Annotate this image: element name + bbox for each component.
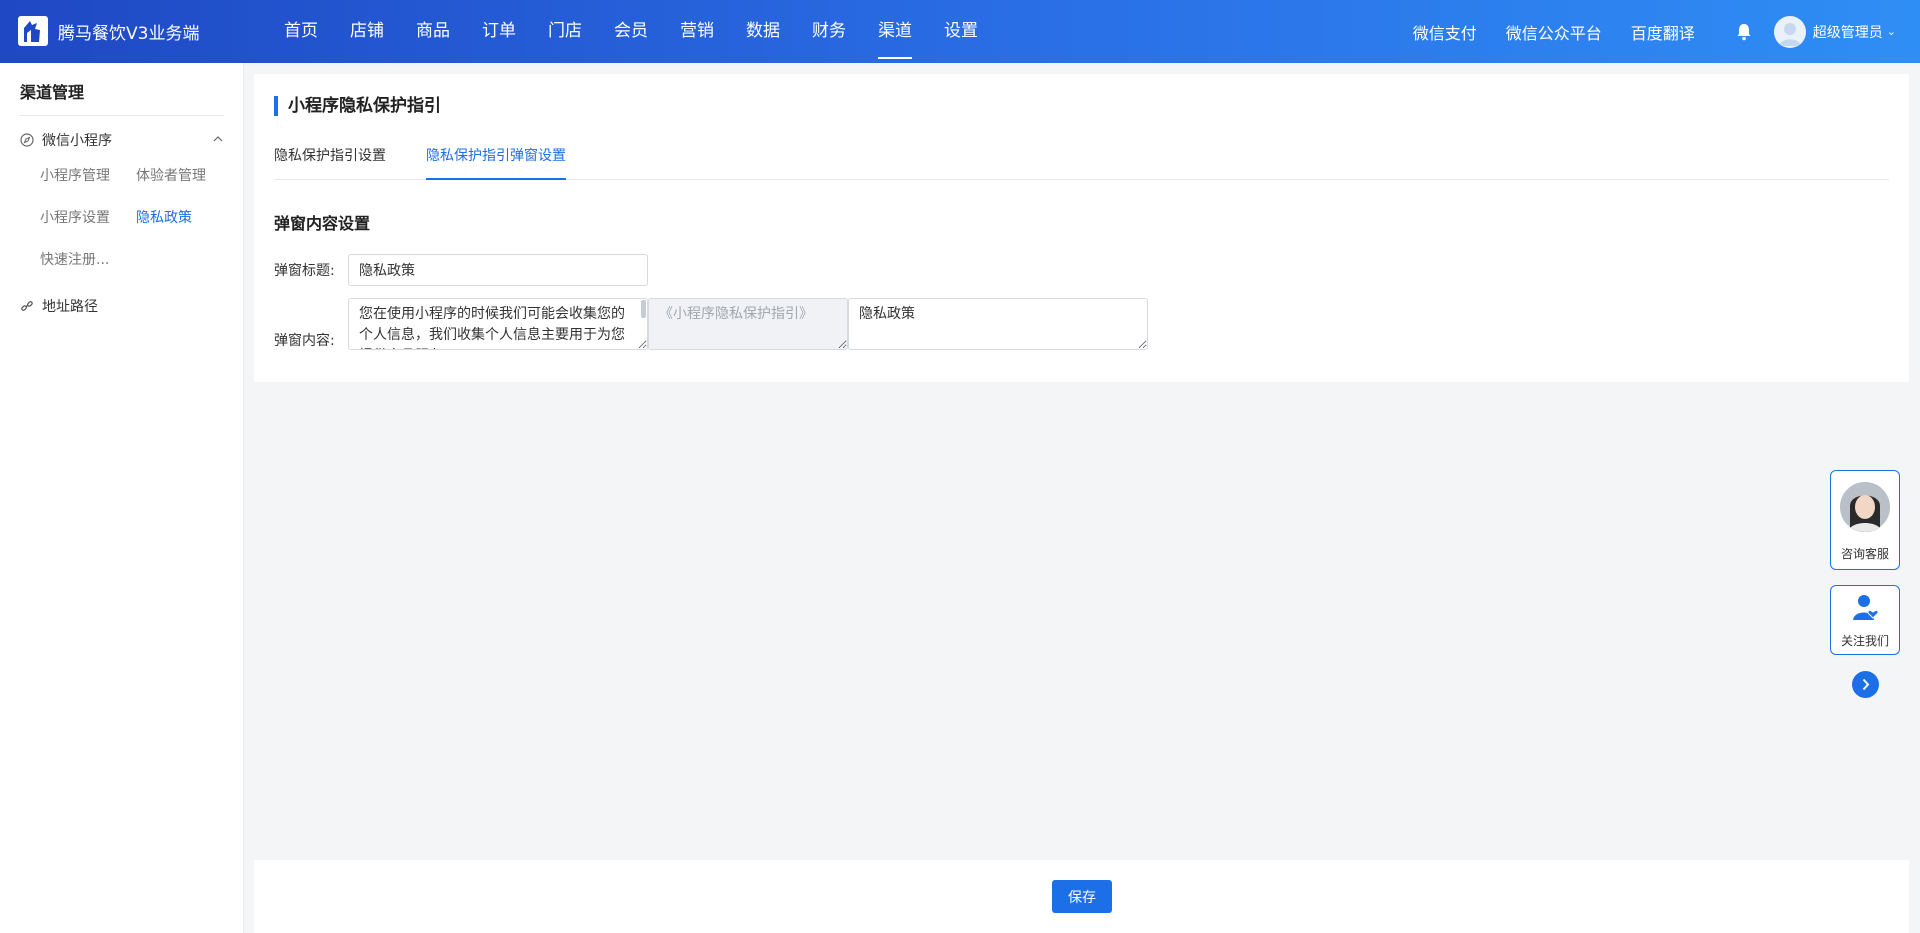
brand-logo-icon (18, 16, 48, 46)
tab-privacy-guide-popup-settings[interactable]: 隐私保护指引弹窗设置 (426, 146, 566, 180)
brand[interactable]: 腾马餐饮V3业务端 (18, 16, 199, 46)
link-wechat-official-platform[interactable]: 微信公众平台 (1506, 20, 1602, 44)
nav-marketing[interactable]: 营销 (680, 0, 714, 63)
nav-data[interactable]: 数据 (746, 0, 780, 63)
sidebar-item-tester-manage[interactable]: 体验者管理 (136, 165, 206, 185)
sidebar-group-mini-program[interactable]: 微信小程序 (20, 125, 224, 155)
nav-channels[interactable]: 渠道 (878, 0, 912, 63)
save-button[interactable]: 保存 (1052, 880, 1112, 913)
user-menu[interactable]: 超级管理员 ⌄ (1773, 15, 1896, 48)
page-title: 小程序隐私保护指引 (274, 96, 441, 116)
popup-title-label: 弹窗标题: (274, 263, 335, 279)
popup-content-textarea[interactable]: 您在使用小程序的时候我们可能会收集您的个人信息，我们收集个人信息主要用于为您提供… (348, 298, 648, 350)
user-name: 超级管理员 (1812, 24, 1883, 41)
sidebar: 渠道管理 微信小程序 小程序管理 体验者管理 小程序设置 隐私政策 快速注册..… (0, 63, 244, 933)
nav-shop[interactable]: 店铺 (350, 0, 384, 63)
compass-icon (20, 133, 34, 147)
nav-settings[interactable]: 设置 (944, 0, 978, 63)
sidebar-item-mini-program-settings[interactable]: 小程序设置 (40, 207, 110, 227)
chevron-right-icon (1862, 678, 1870, 691)
bottom-action-bar: 保存 (254, 860, 1909, 933)
main-nav: 首页 店铺 商品 订单 门店 会员 营销 数据 财务 渠道 设置 (284, 0, 1010, 63)
link-baidu-translate[interactable]: 百度翻译 (1631, 20, 1695, 44)
sidebar-divider (20, 115, 224, 116)
follow-us-label: 关注我们 (1840, 634, 1889, 648)
customer-service-avatar (1840, 482, 1890, 532)
section-title: 弹窗内容设置 (274, 214, 371, 233)
nav-orders[interactable]: 订单 (482, 0, 516, 63)
sidebar-item-quick-register[interactable]: 快速注册... (40, 249, 109, 269)
popup-title-input[interactable] (348, 254, 648, 286)
nav-members[interactable]: 会员 (614, 0, 648, 63)
popup-content-suffix-textarea[interactable]: 隐私政策 (848, 298, 1148, 350)
sidebar-group-label: 微信小程序 (42, 133, 112, 149)
nav-finance[interactable]: 财务 (812, 0, 846, 63)
nav-stores[interactable]: 门店 (548, 0, 582, 63)
customer-service-button[interactable]: 咨询客服 (1830, 470, 1900, 570)
privacy-guide-link-textarea: 《小程序隐私保护指引》 (648, 298, 848, 350)
sidebar-item-privacy-policy[interactable]: 隐私政策 (136, 207, 192, 227)
textarea-scrollbar[interactable] (641, 300, 646, 318)
top-bar: 腾马餐饮V3业务端 首页 店铺 商品 订单 门店 会员 营销 数据 财务 渠道 … (0, 0, 1920, 63)
chevron-down-icon: ⌄ (1886, 25, 1896, 38)
bell-icon[interactable] (1734, 22, 1754, 42)
link-icon (21, 301, 33, 311)
collapse-float-button[interactable] (1852, 671, 1879, 698)
sidebar-item-label: 地址路径 (42, 299, 98, 315)
app-title: 腾马餐饮V3业务端 (58, 23, 200, 44)
avatar (1773, 15, 1806, 48)
tab-privacy-guide-settings[interactable]: 隐私保护指引设置 (274, 146, 386, 180)
customer-service-label: 咨询客服 (1840, 547, 1889, 561)
sidebar-title: 渠道管理 (20, 83, 85, 102)
nav-goods[interactable]: 商品 (416, 0, 450, 63)
sidebar-item-address-path[interactable]: 地址路径 (20, 291, 224, 321)
popup-content-label: 弹窗内容: (274, 333, 335, 349)
follow-us-button[interactable]: 关注我们 (1830, 585, 1900, 655)
top-links: 微信支付 微信公众平台 百度翻译 超级管理员 ⌄ (1413, 0, 1920, 63)
main-card: 小程序隐私保护指引 隐私保护指引设置 隐私保护指引弹窗设置 弹窗内容设置 弹窗标… (254, 74, 1909, 382)
link-wechat-pay[interactable]: 微信支付 (1413, 20, 1477, 44)
chevron-up-icon (213, 136, 223, 142)
follow-user-icon (1853, 595, 1879, 620)
sidebar-item-mini-program-manage[interactable]: 小程序管理 (40, 165, 110, 185)
tab-bar: 隐私保护指引设置 隐私保护指引弹窗设置 (274, 146, 1889, 180)
nav-home[interactable]: 首页 (284, 0, 318, 63)
